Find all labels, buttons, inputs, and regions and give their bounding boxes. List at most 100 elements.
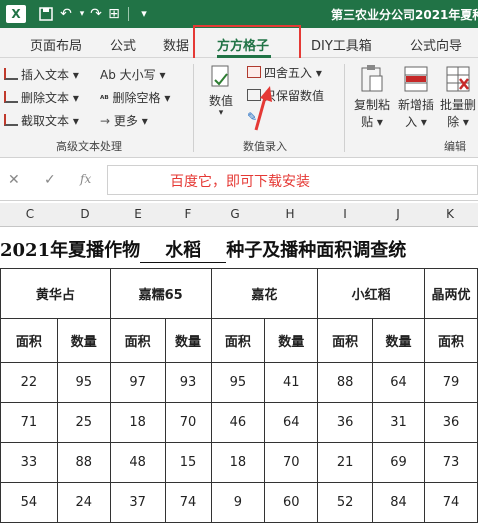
data-cell[interactable]: 73 (423, 442, 478, 483)
data-cell[interactable]: 79 (423, 362, 478, 403)
area-header-cell[interactable]: 面积 (423, 318, 478, 363)
variety-cell[interactable]: 嘉糯65 (109, 268, 212, 319)
data-cell[interactable]: 64 (372, 362, 425, 403)
column-header[interactable]: K (440, 207, 460, 221)
data-cell[interactable]: 21 (317, 442, 374, 483)
column-header[interactable]: F (178, 207, 198, 221)
data-cell[interactable]: 48 (109, 442, 166, 483)
table-row: 54 24 37 74 9 60 52 84 74 (0, 482, 478, 523)
function-icon[interactable]: fx (80, 172, 91, 186)
data-cell[interactable]: 60 (264, 482, 319, 523)
area-header-cell[interactable]: 面积 (0, 318, 58, 363)
case-button[interactable]: Ab 大小写 ▾ (100, 66, 166, 83)
tab-formulas[interactable]: 公式 (110, 35, 136, 54)
extract-text-button[interactable]: 截取文本 ▾ (4, 112, 79, 129)
data-cell[interactable]: 84 (372, 482, 425, 523)
data-cell[interactable]: 95 (56, 362, 111, 403)
divider (128, 7, 129, 21)
quantity-header-cell[interactable]: 数量 (56, 318, 111, 363)
data-cell[interactable]: 18 (109, 402, 166, 443)
data-cell[interactable]: 41 (264, 362, 319, 403)
data-cell[interactable]: 37 (109, 482, 166, 523)
save-icon[interactable] (38, 6, 54, 22)
cancel-icon[interactable]: ✕ (8, 172, 20, 188)
data-cell[interactable]: 46 (210, 402, 266, 443)
data-cell[interactable]: 15 (164, 442, 212, 483)
insert-text-button[interactable]: 插入文本 ▾ (4, 66, 79, 83)
data-cell[interactable]: 64 (264, 402, 319, 443)
data-cell[interactable]: 70 (264, 442, 319, 483)
data-cell[interactable]: 71 (0, 402, 58, 443)
variety-cell[interactable]: 黄华占 (0, 268, 111, 319)
clipboard-icon (361, 65, 383, 92)
data-cell[interactable]: 22 (0, 362, 58, 403)
variety-cell[interactable]: 晶两优 (423, 268, 478, 319)
data-cell[interactable]: 9 (210, 482, 266, 523)
delete-text-icon (4, 91, 18, 103)
quantity-header-cell[interactable]: 数量 (264, 318, 319, 363)
area-header-cell[interactable]: 面积 (317, 318, 374, 363)
column-header[interactable]: E (128, 207, 148, 221)
quantity-header-cell[interactable]: 数量 (372, 318, 425, 363)
column-header[interactable]: G (225, 207, 245, 221)
number-icon (211, 65, 229, 87)
group-label-edit: 编辑 (444, 140, 466, 153)
data-cell[interactable]: 25 (56, 402, 111, 443)
data-cell[interactable]: 97 (109, 362, 166, 403)
more-button[interactable]: → 更多 ▾ (100, 112, 148, 129)
data-cell[interactable]: 88 (317, 362, 374, 403)
crop-name: 水稻 (165, 240, 202, 261)
redo-icon[interactable]: ↷ (88, 6, 104, 22)
insert-new-button[interactable]: 新增插 入 ▾ (396, 64, 436, 130)
data-cell[interactable]: 74 (164, 482, 212, 523)
remove-spaces-button[interactable]: ᴬᴮ 删除空格 ▾ (100, 89, 170, 106)
column-header[interactable]: H (280, 207, 300, 221)
column-header[interactable]: I (335, 207, 355, 221)
delete-text-button[interactable]: 删除文本 ▾ (4, 89, 79, 106)
tab-data[interactable]: 数据 (163, 35, 189, 54)
data-cell[interactable]: 36 (423, 402, 478, 443)
more-icon: → (100, 114, 111, 128)
quick-access-icon[interactable]: ⊞ (106, 6, 122, 22)
area-header-cell[interactable]: 面积 (210, 318, 266, 363)
quantity-header-cell[interactable]: 数量 (164, 318, 212, 363)
undo-icon[interactable]: ↶ (58, 6, 74, 22)
formula-input[interactable]: 百度它，即可下载安装 (107, 165, 478, 195)
table-row: 22 95 97 93 95 41 88 64 79 (0, 362, 478, 403)
formula-text: 百度它，即可下载安装 (170, 174, 310, 190)
formula-bar: ✕ ✓ fx 百度它，即可下载安装 (0, 159, 478, 201)
data-cell[interactable]: 95 (210, 362, 266, 403)
enter-icon[interactable]: ✓ (44, 172, 56, 188)
column-header[interactable]: J (388, 207, 408, 221)
data-cell[interactable]: 36 (317, 402, 374, 443)
column-header[interactable]: D (75, 207, 95, 221)
data-cell[interactable]: 93 (164, 362, 212, 403)
data-cell[interactable]: 74 (423, 482, 478, 523)
data-cell[interactable]: 70 (164, 402, 212, 443)
data-cell[interactable]: 52 (317, 482, 374, 523)
data-cell[interactable]: 88 (56, 442, 111, 483)
table-row: 71 25 18 70 46 64 36 31 36 (0, 402, 478, 443)
variety-cell[interactable]: 小红稻 (317, 268, 425, 319)
number-button[interactable]: 数值 ▾ (204, 62, 238, 122)
area-header-cell[interactable]: 面积 (109, 318, 166, 363)
table-row: 33 88 48 15 18 70 21 69 73 (0, 442, 478, 483)
batch-delete-button[interactable]: 批量删 除 ▾ (438, 64, 478, 130)
column-header[interactable]: C (20, 207, 40, 221)
tab-diy-toolbox[interactable]: DIY工具箱 (311, 35, 372, 54)
variety-cell[interactable]: 嘉花 (210, 268, 319, 319)
data-cell[interactable]: 69 (372, 442, 425, 483)
tab-formula-wizard[interactable]: 公式向导 (410, 35, 462, 54)
data-cell[interactable]: 24 (56, 482, 111, 523)
variety-header-row: 黄华占 嘉糯65 嘉花 小红稻 晶两优 (0, 268, 478, 319)
divider (193, 64, 194, 152)
data-cell[interactable]: 54 (0, 482, 58, 523)
annotation-arrow (254, 86, 272, 131)
data-cell[interactable]: 31 (372, 402, 425, 443)
copy-paste-button[interactable]: 复制粘 贴 ▾ (352, 64, 392, 130)
tab-page-layout[interactable]: 页面布局 (30, 35, 82, 54)
customize-dropdown-icon[interactable]: ▾ (136, 6, 152, 22)
data-cell[interactable]: 33 (0, 442, 58, 483)
data-cell[interactable]: 18 (210, 442, 266, 483)
title-bar: X ↶ ▾ ↷ ⊞ ▾ 第三农业分公司2021年夏种 (0, 0, 478, 28)
